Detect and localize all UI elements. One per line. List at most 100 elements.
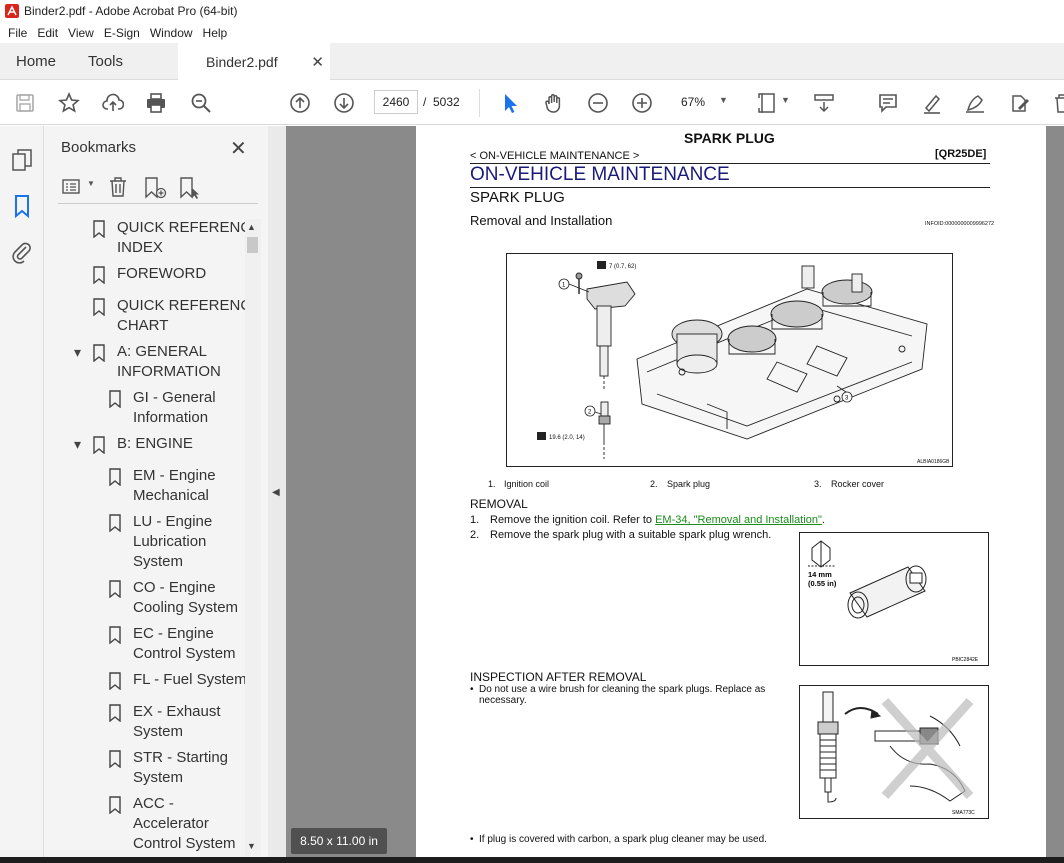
zoom-level[interactable]: 67% [681, 95, 705, 109]
bookmark-label: Information [133, 409, 209, 426]
delete-bookmark-icon[interactable] [108, 176, 128, 203]
bookmark-star-icon[interactable] [57, 91, 81, 115]
step-1-end: . [821, 514, 825, 526]
wrench-drawing: 14 mm (0.55 in) PBIC2842E [808, 540, 979, 663]
menu-file[interactable]: File [8, 26, 27, 40]
bookmark-label: System [133, 723, 184, 740]
close-panel-icon[interactable]: ✕ [230, 136, 247, 161]
section-rule [470, 187, 990, 188]
bookmark-options-icon[interactable] [62, 177, 84, 202]
figure-spark-plug-wrench: 14 mm (0.55 in) PBIC2842E [799, 532, 989, 666]
expand-chevron-icon[interactable]: ▾ [74, 342, 81, 362]
topic-subtitle: SPARK PLUG [470, 189, 565, 206]
select-cursor-icon[interactable] [498, 91, 522, 115]
legend-item-3: Rocker cover [831, 479, 885, 489]
bookmark-flag-icon [108, 626, 122, 650]
menu-bar: File Edit View E-Sign Window Help [0, 22, 1064, 43]
step-2-number: 2. [470, 529, 480, 541]
page-thumbnails-icon[interactable] [10, 148, 34, 172]
removal-heading: REMOVAL [470, 497, 528, 511]
next-page-icon[interactable] [332, 91, 356, 115]
close-tab-icon[interactable]: ✕ [311, 53, 324, 71]
engine-code: [QR25DE] [935, 148, 987, 160]
bookmark-label: INDEX [117, 239, 163, 256]
document-canvas[interactable]: SPARK PLUG < ON-VEHICLE MAINTENANCE > [Q… [286, 126, 1064, 863]
bookmark-flag-icon [92, 344, 106, 368]
hand-tool-icon[interactable] [542, 91, 566, 115]
bookmark-label: System [133, 553, 184, 570]
bookmark-label: Lubrication [133, 533, 207, 550]
total-pages: 5032 [433, 95, 460, 109]
menu-esign[interactable]: E-Sign [104, 26, 140, 40]
save-icon[interactable] [13, 91, 37, 115]
bookmark-label: CO - Engine [133, 579, 216, 596]
comment-icon[interactable] [876, 91, 900, 115]
tab-tools[interactable]: Tools [88, 43, 123, 80]
wrench-size-in: (0.55 in) [808, 579, 837, 588]
menu-edit[interactable]: Edit [37, 26, 58, 40]
bookmark-label: STR - Starting [133, 749, 229, 766]
zoom-in-icon[interactable] [630, 91, 654, 115]
cloud-upload-icon[interactable] [101, 91, 125, 115]
scroll-up-arrow-icon[interactable]: ▲ [247, 222, 256, 232]
bookmark-label: LU - Engine [133, 513, 213, 530]
bookmark-label: GI - General [133, 389, 216, 406]
zoom-out-icon[interactable] [586, 91, 610, 115]
fill-sign-icon[interactable] [963, 91, 987, 115]
attachments-icon[interactable] [10, 240, 34, 264]
bookmark-label: QUICK REFERENCE [117, 219, 262, 236]
zoom-search-icon[interactable] [189, 91, 213, 115]
bookmark-options-dropdown-icon[interactable]: ▼ [87, 179, 95, 188]
highlight-pen-icon[interactable] [920, 91, 944, 115]
bookmarks-panel-icon[interactable] [10, 194, 34, 219]
torque-wrench-icon [537, 432, 546, 440]
page-size-indicator: 8.50 x 11.00 in [291, 828, 387, 854]
page-fit-dropdown-icon[interactable]: ▼ [781, 95, 790, 105]
figure-code: SMA773C [952, 810, 975, 816]
main-toolbar: 2460 / 5032 67% ▼ ▼ [0, 81, 1064, 125]
bookmark-label: Mechanical [133, 487, 209, 504]
legend-num-3: 3. [814, 479, 822, 489]
page-number-input[interactable]: 2460 [374, 90, 418, 114]
bookmark-flag-icon [108, 390, 122, 414]
panel-splitter[interactable]: ◀ [268, 126, 286, 863]
delete-tool-icon[interactable] [1050, 91, 1064, 115]
scroll-down-arrow-icon[interactable]: ▼ [247, 841, 256, 851]
bookmark-label: A: GENERAL [117, 343, 208, 360]
previous-page-icon[interactable] [288, 91, 312, 115]
scroll-mode-icon[interactable] [812, 91, 836, 115]
bookmarks-toolbar: ▼ [58, 176, 258, 204]
menu-help[interactable]: Help [203, 26, 228, 40]
step-1-number: 1. [470, 514, 480, 526]
bookmark-flag-icon [92, 266, 106, 290]
zoom-dropdown-icon[interactable]: ▼ [719, 95, 728, 105]
bookmark-label: System [133, 769, 184, 786]
tab-home[interactable]: Home [16, 43, 56, 80]
bullet-1-line-1: Do not use a wire brush for cleaning the… [479, 684, 766, 695]
menu-view[interactable]: View [68, 26, 94, 40]
inspection-heading: INSPECTION AFTER REMOVAL [470, 670, 647, 684]
collapse-panel-icon[interactable]: ◀ [272, 487, 280, 498]
page-breadcrumb: < ON-VEHICLE MAINTENANCE > [470, 150, 640, 162]
pdf-page: SPARK PLUG < ON-VEHICLE MAINTENANCE > [Q… [416, 126, 1046, 863]
bookmark-label: EC - Engine [133, 625, 214, 642]
bookmark-label: Control System [133, 645, 236, 662]
bookmark-flag-icon [92, 436, 106, 460]
bullet-1-line-2: necessary. [479, 695, 527, 706]
scrollbar-thumb[interactable] [247, 237, 258, 253]
expand-chevron-icon[interactable]: ▾ [74, 434, 81, 454]
bookmarks-scrollbar[interactable]: ▲ ▼ [245, 219, 261, 856]
new-bookmark-from-selection-icon[interactable] [178, 176, 202, 205]
tab-document-label: Binder2.pdf [206, 54, 278, 70]
menu-window[interactable]: Window [150, 26, 193, 40]
legend-num-2: 2. [650, 479, 658, 489]
edit-pdf-icon[interactable] [1008, 91, 1032, 115]
page-fit-icon[interactable] [756, 91, 780, 115]
bookmark-flag-icon [108, 796, 122, 820]
acrobat-app-icon [5, 4, 19, 18]
tab-document[interactable]: Binder2.pdf ✕ [178, 43, 330, 81]
section-title: ON-VEHICLE MAINTENANCE [470, 164, 730, 185]
new-bookmark-icon[interactable] [143, 176, 167, 205]
print-icon[interactable] [144, 91, 168, 115]
link-em-34[interactable]: EM-34, "Removal and Installation" [655, 514, 822, 526]
